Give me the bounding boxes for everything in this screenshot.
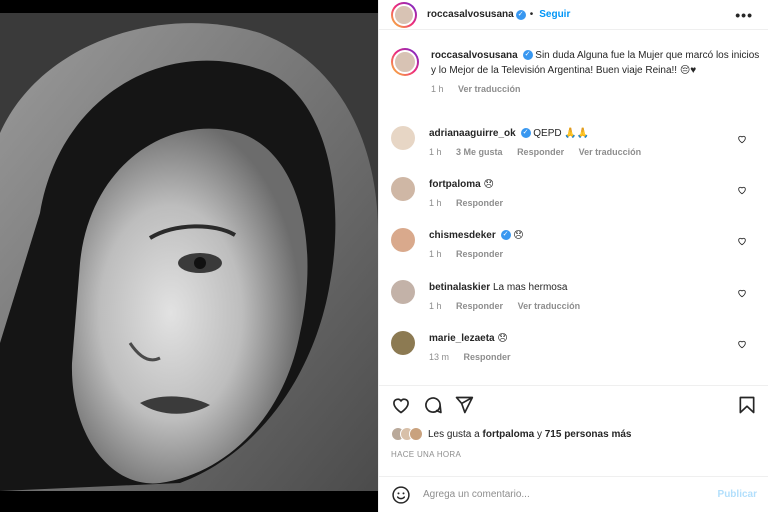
more-options-icon[interactable]: ••• bbox=[735, 7, 753, 23]
author-avatar[interactable] bbox=[393, 3, 415, 26]
likes-summary: Les gusta a fortpaloma y 715 personas má… bbox=[391, 427, 631, 441]
comments-list: roccasalvosusana ✓ Sin duda Alguna fue l… bbox=[379, 41, 768, 385]
comment-like-icon[interactable] bbox=[737, 185, 747, 195]
comment-like-icon[interactable] bbox=[737, 339, 747, 349]
likes-user[interactable]: fortpaloma bbox=[483, 429, 535, 440]
comment-like-icon[interactable] bbox=[737, 134, 747, 144]
portrait-image bbox=[0, 13, 378, 491]
likes-text: Les gusta a fortpaloma y 715 personas má… bbox=[428, 429, 631, 440]
likes-and: y bbox=[536, 428, 542, 440]
action-bar bbox=[379, 385, 768, 421]
verified-badge-icon: ✓ bbox=[500, 230, 511, 241]
caption: roccasalvosusana ✓ Sin duda Alguna fue l… bbox=[391, 48, 761, 97]
comment-time: 13 m bbox=[429, 352, 450, 362]
verified-badge-icon: ✓ bbox=[515, 9, 526, 20]
author-avatar-ring[interactable] bbox=[391, 1, 417, 28]
verified-badge-icon: ✓ bbox=[522, 50, 533, 61]
comment-text: 😞 bbox=[513, 230, 524, 241]
comment-username[interactable]: marie_lezaeta bbox=[429, 333, 495, 344]
comment-avatar[interactable] bbox=[391, 331, 415, 355]
share-icon[interactable] bbox=[454, 395, 474, 415]
comment-row: betinalaskier La mas hermosa 1 h Respond… bbox=[391, 280, 761, 314]
reply-button[interactable]: Responder bbox=[456, 301, 503, 311]
comment-row: chismesdeker ✓ 😞 1 h Responder bbox=[391, 228, 761, 262]
caption-translate-link[interactable]: Ver traducción bbox=[458, 84, 521, 94]
comment-username[interactable]: chismesdeker bbox=[429, 230, 496, 241]
comment-text: 😞 bbox=[497, 333, 508, 344]
translate-link[interactable]: Ver traducción bbox=[518, 301, 581, 311]
caption-emoji: 😔♥ bbox=[679, 65, 697, 76]
post-timestamp: HACE UNA HORA bbox=[391, 450, 462, 459]
comment-row: marie_lezaeta 😞 13 m Responder bbox=[391, 331, 761, 365]
reply-button[interactable]: Responder bbox=[517, 147, 564, 157]
translate-link[interactable]: Ver traducción bbox=[579, 147, 642, 157]
separator-dot: • bbox=[529, 9, 534, 20]
comment-composer: Publicar bbox=[379, 476, 768, 512]
emoji-icon[interactable] bbox=[391, 485, 411, 505]
reply-button[interactable]: Responder bbox=[464, 352, 511, 362]
author-username[interactable]: roccasalvosusana bbox=[427, 9, 514, 20]
caption-username[interactable]: roccasalvosusana bbox=[431, 50, 518, 61]
caption-avatar-ring[interactable] bbox=[391, 48, 419, 76]
verified-badge-icon: ✓ bbox=[520, 128, 531, 139]
caption-meta: 1 h Ver traducción bbox=[431, 82, 761, 97]
likes-prefix: Les gusta a bbox=[428, 428, 480, 440]
caption-text-line: roccasalvosusana ✓ Sin duda Alguna fue l… bbox=[431, 48, 761, 78]
comment-row: adrianaaguirre_ok ✓ QEPD 🙏🙏 1 h 3 Me gus… bbox=[391, 126, 761, 160]
comment-like-icon[interactable] bbox=[737, 236, 747, 246]
comment-input[interactable] bbox=[423, 489, 718, 500]
reply-button[interactable]: Responder bbox=[456, 198, 503, 208]
caption-time: 1 h bbox=[431, 84, 444, 94]
comment-avatar[interactable] bbox=[391, 228, 415, 252]
publish-button[interactable]: Publicar bbox=[718, 489, 757, 500]
comment-like-icon[interactable] bbox=[737, 288, 747, 298]
comment-text: La mas hermosa bbox=[492, 282, 568, 293]
follow-button[interactable]: Seguir bbox=[539, 9, 570, 20]
bookmark-icon[interactable] bbox=[737, 395, 757, 415]
comment-text: QEPD 🙏🙏 bbox=[533, 128, 590, 139]
caption-avatar[interactable] bbox=[393, 50, 417, 74]
post-sidebar: roccasalvosusana ✓ • Seguir ••• roccasal… bbox=[378, 0, 768, 512]
post-header: roccasalvosusana ✓ • Seguir ••• bbox=[379, 0, 768, 30]
comment-username[interactable]: betinalaskier bbox=[429, 282, 490, 293]
comment-time: 1 h bbox=[429, 198, 442, 208]
comment-icon[interactable] bbox=[423, 395, 443, 415]
likes-others[interactable]: 715 personas más bbox=[545, 429, 632, 440]
comment-text: 😞 bbox=[483, 179, 494, 190]
comment-avatar[interactable] bbox=[391, 126, 415, 150]
comment-row: fortpaloma 😞 1 h Responder bbox=[391, 177, 761, 211]
reply-button[interactable]: Responder bbox=[456, 249, 503, 259]
comment-time: 1 h bbox=[429, 301, 442, 311]
comment-time: 1 h bbox=[429, 249, 442, 259]
heart-icon[interactable] bbox=[391, 395, 411, 415]
post-photo-pane bbox=[0, 0, 378, 512]
liker-avatar[interactable] bbox=[409, 427, 423, 441]
comment-avatar[interactable] bbox=[391, 177, 415, 201]
post-photo bbox=[0, 13, 378, 491]
comment-time: 1 h bbox=[429, 147, 442, 157]
comment-likes[interactable]: 3 Me gusta bbox=[456, 147, 503, 157]
comment-username[interactable]: adrianaaguirre_ok bbox=[429, 128, 516, 139]
comment-username[interactable]: fortpaloma bbox=[429, 179, 481, 190]
comment-avatar[interactable] bbox=[391, 280, 415, 304]
